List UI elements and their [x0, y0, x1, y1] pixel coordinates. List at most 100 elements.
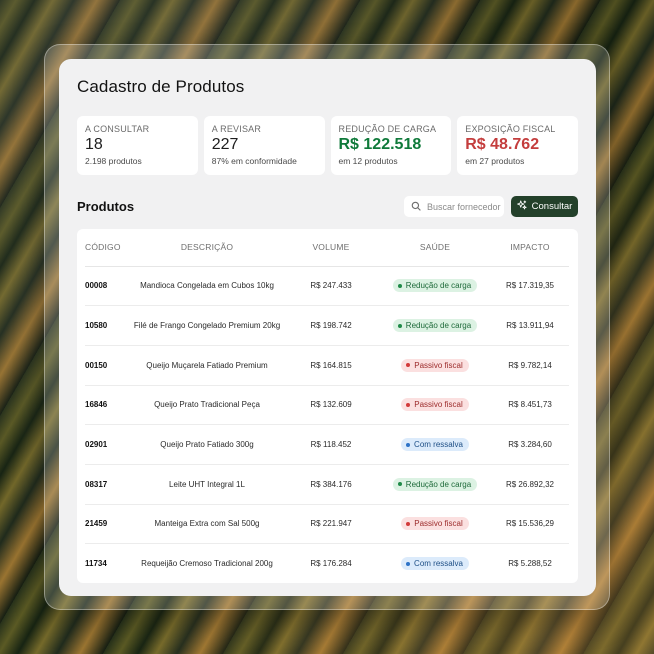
stat-label: EXPOSIÇÃO FISCAL: [465, 124, 556, 134]
status-badge-label: Passivo fiscal: [414, 519, 463, 529]
stat-value: 227: [211, 136, 239, 153]
status-badge-label: Redução de carga: [405, 281, 472, 291]
cell-code: 00150: [85, 345, 131, 386]
cell-volume: R$ 384.176: [283, 464, 379, 505]
status-badge-label: Com ressalva: [414, 559, 463, 569]
cell-code: 10580: [85, 305, 131, 346]
stat-subtext: 2.198 produtos: [85, 156, 142, 166]
stat-card-to-consult: A CONSULTAR 18 2.198 produtos: [77, 116, 198, 175]
stat-value: 18: [85, 136, 103, 153]
status-badge-label: Redução de carga: [405, 479, 472, 489]
column-header-volume[interactable]: VOLUME: [283, 229, 379, 267]
cell-code: 21459: [85, 504, 131, 545]
table-row[interactable]: 00150 Queijo Muçarela Fatiado Premium R$ 1…: [85, 345, 569, 386]
table-header-row: CÓDIGO DESCRIÇÃO VOLUME SAÚDE IMPACTO: [85, 229, 569, 267]
status-badge: Passivo fiscal: [401, 517, 469, 531]
consult-button[interactable]: Consultar: [511, 196, 578, 217]
cell-code: 16846: [85, 385, 131, 426]
cell-impact: R$ 5.288,52: [508, 559, 552, 569]
status-badge: Com ressalva: [401, 557, 469, 571]
status-dot-icon: [406, 561, 411, 566]
table-row[interactable]: 16846 Queijo Prato Tradicional Peça R$ 132…: [85, 385, 569, 426]
status-dot-icon: [397, 482, 402, 487]
status-badge: Com ressalva: [401, 438, 469, 452]
status-dot-icon: [406, 521, 411, 526]
stat-subtext: 87% em conformidade: [211, 156, 297, 166]
products-table: CÓDIGO DESCRIÇÃO VOLUME SAÚDE IMPACTO 00…: [85, 229, 569, 583]
cell-impact: R$ 13.911,94: [491, 305, 569, 346]
cell-code: 00008: [85, 266, 131, 307]
column-header-impact[interactable]: IMPACTO: [491, 229, 569, 267]
stats-row: A CONSULTAR 18 2.198 produtos A REVISAR …: [77, 116, 578, 175]
cell-health: Passivo fiscal: [379, 385, 491, 426]
cell-volume: R$ 132.609: [283, 385, 379, 426]
table-row[interactable]: 08317 Leite UHT Integral 1L R$ 384.176 Redu…: [85, 464, 569, 505]
cell-impact: R$ 17.319,35: [491, 266, 569, 307]
cell-code: 08317: [85, 464, 131, 505]
column-header-health[interactable]: SAÚDE: [379, 229, 491, 267]
stat-subtext: em 27 produtos: [465, 156, 525, 166]
status-dot-icon: [397, 283, 402, 288]
cell-impact: R$ 15.536,29: [491, 504, 569, 545]
status-badge: Redução de carga: [392, 477, 478, 491]
section-title: Produtos: [77, 199, 135, 214]
cell-impact: R$ 26.892,32: [491, 464, 569, 505]
stat-value: R$ 48.762: [465, 136, 540, 153]
column-header-description[interactable]: DESCRIÇÃO: [131, 229, 283, 267]
product-registry-card: Cadastro de Produtos A CONSULTAR 18 2.19…: [59, 59, 596, 596]
cell-code: 02901: [85, 424, 131, 465]
search-icon: [411, 198, 421, 216]
status-badge-label: Passivo fiscal: [414, 360, 463, 370]
cell-volume: R$ 118.452: [283, 424, 379, 465]
table-row[interactable]: 11734 Requeijão Cremoso Tradicional 200g R…: [85, 544, 569, 583]
cell-description: Leite UHT Integral 1L: [131, 464, 283, 505]
status-badge-label: Com ressalva: [414, 440, 463, 450]
cell-description: Queijo Muçarela Fatiado Premium: [131, 345, 283, 386]
cell-description: Filé de Frango Congelado Premium 20kg: [131, 305, 283, 346]
cell-impact: R$ 8.451,73: [491, 385, 569, 426]
stat-label: A REVISAR: [211, 124, 262, 134]
cell-health: Redução de carga: [379, 266, 491, 307]
cell-volume: R$ 247.433: [283, 266, 379, 307]
cell-description: Queijo Prato Fatiado 300g: [131, 424, 283, 465]
cell-description: Mandioca Congelada em Cubos 10kg: [131, 266, 283, 307]
cell-volume: R$ 198.742: [283, 305, 379, 346]
cell-description: Queijo Prato Tradicional Peça: [131, 385, 283, 426]
cell-volume: R$ 221.947: [283, 504, 379, 545]
stat-subtext: em 12 produtos: [338, 156, 398, 166]
sparkle-icon: [516, 200, 527, 213]
stat-card-to-review: A REVISAR 227 87% em conformidade: [203, 116, 325, 175]
status-badge: Redução de carga: [392, 279, 478, 293]
status-badge: Passivo fiscal: [401, 398, 469, 412]
status-badge: Passivo fiscal: [401, 358, 469, 372]
table-row[interactable]: 02901 Queijo Prato Fatiado 300g R$ 118.452…: [85, 424, 569, 465]
stat-card-load-reduction: REDUÇÃO DE CARGA R$ 122.518 em 12 produt…: [330, 116, 452, 175]
cell-volume: R$ 164.815: [283, 345, 379, 386]
cell-impact: R$ 9.782,14: [491, 345, 569, 386]
cell-impact: R$ 3.284,60: [491, 424, 569, 465]
cell-code: 11734: [85, 559, 107, 569]
table-row[interactable]: 21459 Manteiga Extra com Sal 500g R$ 221.9…: [85, 504, 569, 545]
supplier-search[interactable]: [404, 196, 504, 217]
stat-label: REDUÇÃO DE CARGA: [338, 124, 437, 134]
status-badge-label: Redução de carga: [405, 321, 472, 331]
cell-health: Com ressalva: [379, 544, 491, 583]
cell-volume: R$ 176.284: [310, 559, 352, 569]
cell-health: Passivo fiscal: [379, 504, 491, 545]
consult-button-label: Consultar: [531, 201, 573, 212]
stat-value: R$ 122.518: [338, 136, 422, 153]
status-dot-icon: [406, 402, 411, 407]
column-header-code[interactable]: CÓDIGO: [85, 229, 131, 267]
cell-description: Requeijão Cremoso Tradicional 200g: [141, 559, 273, 569]
status-badge: Redução de carga: [392, 319, 478, 333]
table-row[interactable]: 10580 Filé de Frango Congelado Premium 20…: [85, 305, 569, 346]
cell-health: Redução de carga: [379, 464, 491, 505]
stat-card-fiscal-exposure: EXPOSIÇÃO FISCAL R$ 48.762 em 27 produto…: [457, 116, 578, 175]
stat-label: A CONSULTAR: [85, 124, 150, 134]
table-row[interactable]: 00008 Mandioca Congelada em Cubos 10kg R$ …: [85, 266, 569, 307]
cell-health: Passivo fiscal: [379, 345, 491, 386]
cell-description: Manteiga Extra com Sal 500g: [131, 504, 283, 545]
page-title: Cadastro de Produtos: [77, 77, 245, 96]
search-input[interactable]: [427, 201, 501, 212]
cell-health: Com ressalva: [379, 424, 491, 465]
